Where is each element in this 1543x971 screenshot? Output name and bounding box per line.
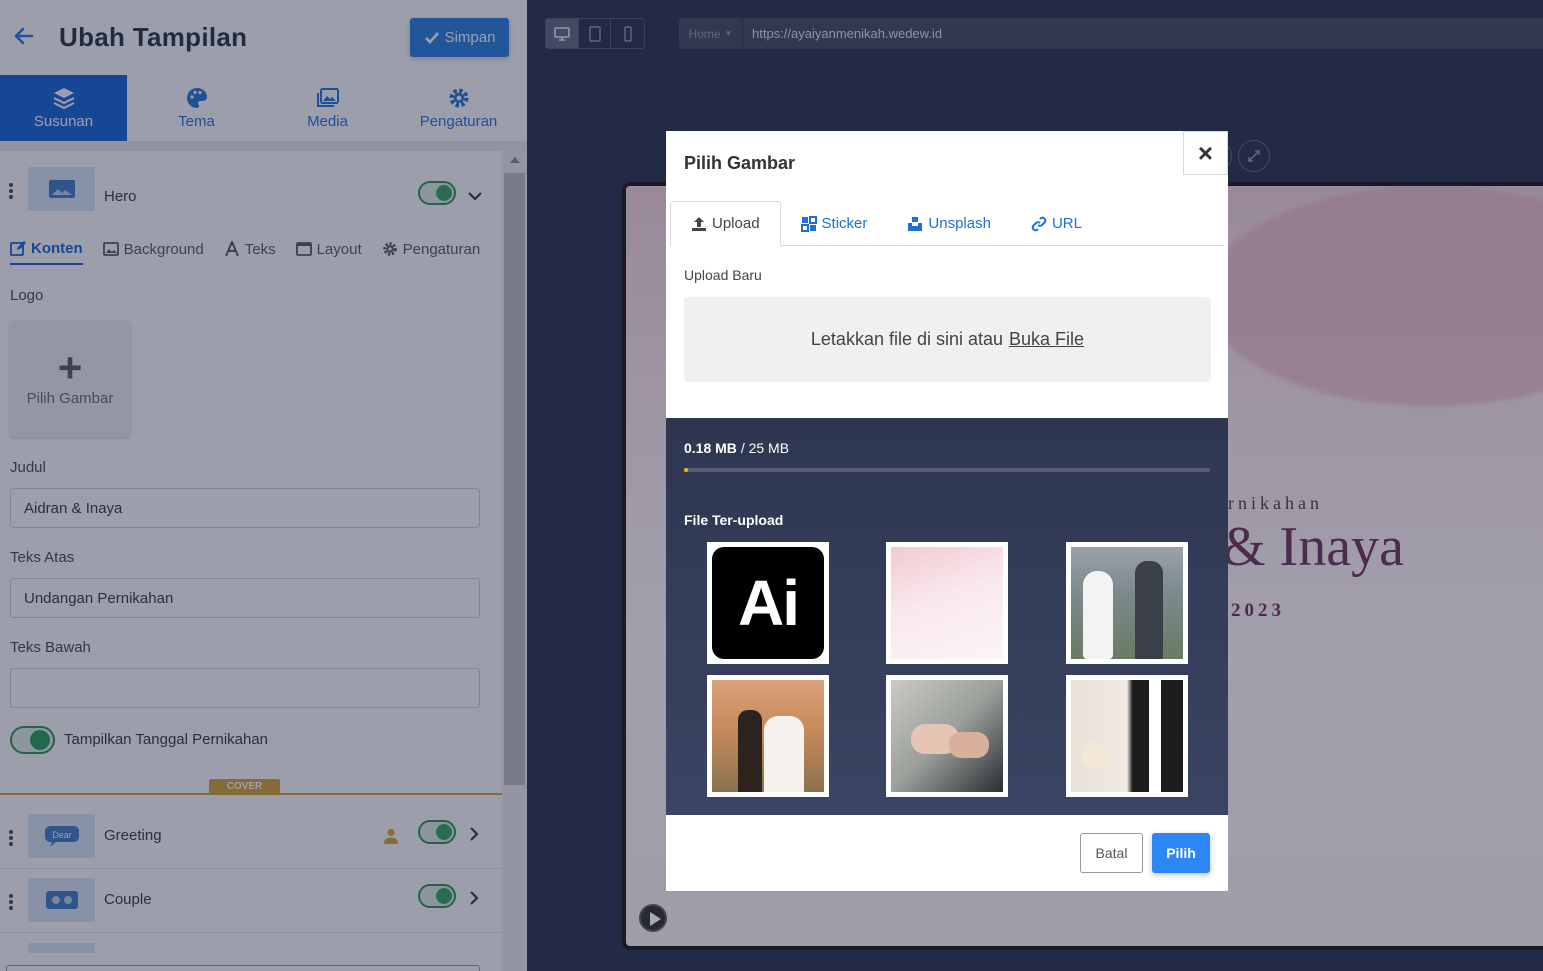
storage-used: 0.18 MB [684,440,737,456]
storage-usage: 0.18 MB / 25 MB [684,440,789,456]
tab-label: URL [1051,215,1082,232]
cancel-button[interactable]: Batal [1080,833,1143,873]
dropzone-text: Letakkan file di sini atau [810,329,1004,349]
unsplash-icon [908,216,923,231]
uploaded-files-panel: 0.18 MB / 25 MB File Ter-upload Ai [666,418,1228,815]
tab-sticker[interactable]: Sticker [781,201,888,246]
tab-label: Unsplash [928,215,991,232]
couple-photo [1071,547,1183,659]
bride-groom-photo [1071,680,1183,792]
uploaded-image[interactable] [886,675,1008,797]
uploaded-image[interactable] [886,542,1008,664]
ai-logo-image: Ai [712,547,824,659]
image-picker-modal: Pilih Gambar × Upload Sticker Unsplash U… [666,131,1228,891]
tab-label: Sticker [821,215,868,232]
storage-progress-bar [684,468,1210,472]
watercolor-image [891,547,1003,659]
ai-logo-text: Ai [712,547,824,659]
upload-new-label: Upload Baru [684,267,762,283]
rings-photo [891,680,1003,792]
file-dropzone[interactable]: Letakkan file di sini atau Buka File [684,297,1211,382]
tab-url[interactable]: URL [1011,201,1102,246]
uploaded-image[interactable] [1066,675,1188,797]
uploaded-image[interactable]: Ai [707,542,829,664]
open-file-link[interactable]: Buka File [1009,329,1084,350]
uploaded-image[interactable] [707,675,829,797]
sticker-icon [800,215,817,232]
couple-sunset-photo [712,680,824,792]
storage-progress-fill [684,468,688,472]
link-icon [1031,216,1047,231]
modal-backdrop[interactable] [0,0,527,971]
modal-title: Pilih Gambar [684,153,796,173]
choose-button[interactable]: Pilih [1152,833,1210,873]
storage-total: / 25 MB [740,440,790,456]
close-button[interactable]: × [1183,131,1228,175]
modal-tabs: Upload Sticker Unsplash URL [670,201,1224,246]
uploaded-image[interactable] [1066,542,1188,664]
tab-unsplash[interactable]: Unsplash [887,201,1011,246]
upload-icon [692,216,706,231]
tab-label: Upload [712,215,760,232]
modal-footer: Batal Pilih [666,815,1228,891]
uploaded-files-title: File Ter-upload [684,512,784,528]
tab-upload[interactable]: Upload [670,201,781,246]
close-icon: × [1197,137,1214,168]
